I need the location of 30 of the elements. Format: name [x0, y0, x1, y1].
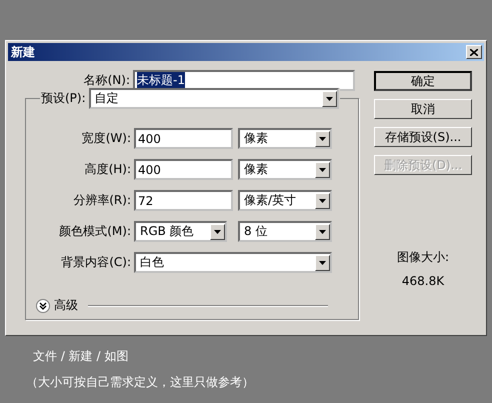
- unit-dropdown[interactable]: 像素: [238, 128, 332, 149]
- unit-dropdown[interactable]: 像素/英寸: [238, 190, 332, 211]
- bits-dropdown[interactable]: 8 位: [238, 221, 332, 242]
- caption-text: （大小可按自己需求定义，这里只做参考）: [26, 374, 255, 391]
- field-label: 名称(N):: [82, 72, 131, 89]
- background-dropdown[interactable]: 白色: [134, 252, 332, 273]
- unit-dropdown[interactable]: 像素: [238, 159, 332, 180]
- field-label: 预设(P):: [41, 90, 87, 107]
- field-label: 宽度(W):: [80, 130, 132, 147]
- caption-text: 文件 / 新建 / 如图: [33, 348, 130, 365]
- dialog-button[interactable]: 存储预设(S)...: [374, 127, 472, 147]
- input-field[interactable]: 400: [134, 128, 233, 149]
- name-value: 未标题-1: [137, 72, 185, 89]
- image-size-value: 468.8K: [402, 274, 444, 288]
- preset-dropdown[interactable]: 自定: [88, 88, 339, 109]
- advanced-label: 高级: [54, 297, 78, 314]
- input-field[interactable]: 400: [134, 159, 233, 180]
- expand-icon[interactable]: [36, 298, 50, 312]
- image-size-label: 图像大小:: [396, 249, 450, 266]
- close-button[interactable]: [466, 45, 482, 59]
- field-label: 背景内容(C):: [60, 254, 132, 271]
- close-icon: [470, 48, 478, 56]
- dialog-button[interactable]: 确定: [374, 71, 472, 91]
- mode-dropdown[interactable]: RGB 颜色: [134, 221, 227, 242]
- dialog-button[interactable]: 取消: [374, 99, 472, 119]
- field-label: 分辨率(R):: [72, 192, 132, 209]
- field-label: 高度(H):: [84, 161, 132, 178]
- input-field[interactable]: 72: [134, 190, 233, 211]
- field-label: 颜色模式(M):: [58, 223, 132, 240]
- window-title: 新建: [11, 44, 35, 60]
